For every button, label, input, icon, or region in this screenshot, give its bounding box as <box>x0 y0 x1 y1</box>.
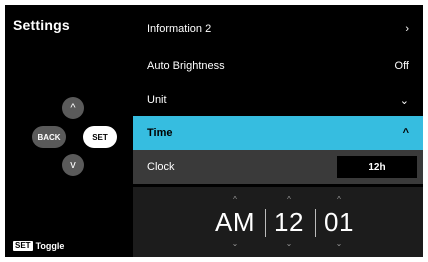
set-button[interactable]: SET <box>83 126 117 148</box>
hour-value: 12 <box>274 207 304 237</box>
down-arrow-key[interactable]: v <box>62 154 84 176</box>
set-badge: SET <box>13 241 33 251</box>
chevron-up-icon[interactable]: ^ <box>207 195 263 204</box>
menu-item-label: Time <box>147 127 173 139</box>
minute-spinner[interactable]: ^ 01 ⌄ <box>317 187 361 257</box>
chevron-down-icon: ⌄ <box>399 94 409 107</box>
ampm-spinner[interactable]: ^ AM ⌄ <box>207 187 263 257</box>
chevron-up-icon[interactable]: ^ <box>267 195 311 204</box>
menu-item-label: Information 2 <box>147 23 212 35</box>
menu-item-auto-brightness[interactable]: Auto Brightness Off <box>133 49 423 83</box>
chevron-up-icon: ^ <box>70 102 76 114</box>
menu-item-unit[interactable]: Unit ⌄ <box>133 83 423 117</box>
menu-item-label: Auto Brightness <box>147 60 225 72</box>
menu-item-label: Clock <box>147 161 175 173</box>
ampm-value: AM <box>215 207 255 237</box>
back-button[interactable]: BACK <box>32 126 66 148</box>
chevron-down-icon[interactable]: ⌄ <box>317 239 361 248</box>
clock-format-value[interactable]: 12h <box>337 156 417 178</box>
menu-item-value: Off <box>394 60 409 72</box>
menu-item-information-2[interactable]: Information 2 › <box>133 12 423 46</box>
chevron-down-icon[interactable]: ⌄ <box>267 239 311 248</box>
page-title: Settings <box>13 17 70 33</box>
minute-value: 01 <box>324 207 354 237</box>
divider <box>265 209 266 237</box>
menu-item-time[interactable]: Time ^ <box>133 116 423 150</box>
chevron-up-icon[interactable]: ^ <box>317 195 361 204</box>
menu-item-clock[interactable]: Clock 12h <box>133 150 423 184</box>
menu-panel: Information 2 › Auto Brightness Off Unit… <box>133 5 423 257</box>
chevron-down-icon[interactable]: ⌄ <box>207 239 263 248</box>
time-picker: ^ AM ⌄ ^ 12 ⌄ ^ 01 ⌄ <box>133 187 423 257</box>
chevron-down-icon: v <box>70 159 76 171</box>
toggle-hint: SET Toggle <box>13 241 64 251</box>
chevron-up-icon: ^ <box>402 127 409 139</box>
chevron-right-icon: › <box>405 23 409 35</box>
left-panel: Settings ^ v BACK SET SET Toggle <box>5 5 133 257</box>
divider <box>315 209 316 237</box>
hour-spinner[interactable]: ^ 12 ⌄ <box>267 187 311 257</box>
device-screen: Settings ^ v BACK SET SET Toggle Informa… <box>5 5 423 257</box>
menu-item-label: Unit <box>147 94 167 106</box>
up-arrow-key[interactable]: ^ <box>62 97 84 119</box>
toggle-label: Toggle <box>35 241 65 251</box>
